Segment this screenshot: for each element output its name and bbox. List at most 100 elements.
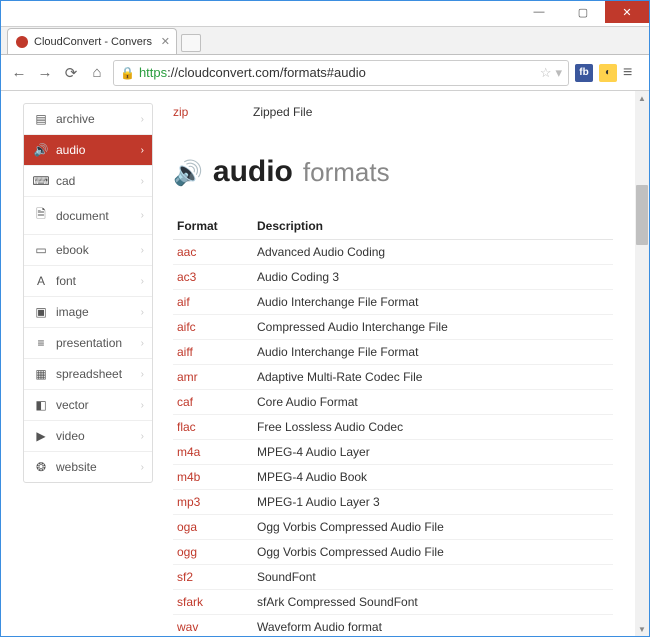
format-link[interactable]: amr — [173, 365, 253, 390]
prev-section-row: zip Zipped File — [173, 103, 613, 125]
sidebar-item-label: video — [56, 429, 85, 443]
format-link[interactable]: m4a — [173, 440, 253, 465]
sidebar-item-label: cad — [56, 174, 75, 188]
format-link[interactable]: ogg — [173, 540, 253, 565]
format-link[interactable]: aif — [173, 290, 253, 315]
image-icon: ▣ — [34, 305, 48, 319]
format-link[interactable]: oga — [173, 515, 253, 540]
sidebar-item-website[interactable]: ❂website› — [24, 452, 152, 482]
section-heading: 🔊 audio formats — [173, 155, 613, 189]
back-button[interactable]: ← — [9, 63, 29, 83]
sidebar-item-label: vector — [56, 398, 89, 412]
sidebar-item-spreadsheet[interactable]: ▦spreadsheet› — [24, 359, 152, 390]
chevron-right-icon: › — [141, 307, 144, 318]
scroll-up-button[interactable]: ▲ — [635, 91, 649, 105]
tab-strip: CloudConvert - Convers ✕ — [1, 27, 649, 55]
format-link[interactable]: m4b — [173, 465, 253, 490]
extension-fb-icon[interactable]: fb — [575, 64, 593, 82]
format-description: Compressed Audio Interchange File — [253, 315, 613, 340]
extension-pin-icon[interactable]: ◐ — [599, 64, 617, 82]
favicon-icon — [16, 36, 28, 48]
format-description: Free Lossless Audio Codec — [253, 415, 613, 440]
sidebar-item-label: audio — [56, 143, 85, 157]
sidebar-item-ebook[interactable]: ▭ebook› — [24, 235, 152, 266]
format-description: Zipped File — [253, 105, 312, 119]
format-link[interactable]: mp3 — [173, 490, 253, 515]
heading-title: audio — [213, 155, 293, 189]
scroll-down-button[interactable]: ▼ — [635, 622, 649, 636]
format-link[interactable]: aiff — [173, 340, 253, 365]
sidebar-item-audio[interactable]: 🔊 audio › — [24, 135, 152, 166]
address-bar[interactable]: 🔒 https://cloudconvert.com/formats#audio… — [113, 60, 569, 86]
sidebar-item-document[interactable]: 🗎document› — [24, 197, 152, 235]
home-button[interactable]: ⌂ — [87, 63, 107, 83]
cad-icon: ⌨ — [34, 174, 48, 188]
heading-subtitle: formats — [303, 157, 390, 188]
format-description: Ogg Vorbis Compressed Audio File — [253, 540, 613, 565]
table-row: sfarksfArk Compressed SoundFont — [173, 590, 613, 615]
sidebar-item-presentation[interactable]: ≡presentation› — [24, 328, 152, 359]
browser-menu-button[interactable]: ≡ — [623, 64, 641, 82]
format-description: Audio Coding 3 — [253, 265, 613, 290]
format-description: Waveform Audio format — [253, 615, 613, 637]
format-description: MPEG-4 Audio Layer — [253, 440, 613, 465]
window-minimize-button[interactable]: — — [517, 1, 561, 23]
browser-tab[interactable]: CloudConvert - Convers ✕ — [7, 28, 177, 54]
forward-button[interactable]: → — [35, 63, 55, 83]
sidebar-item-vector[interactable]: ◧vector› — [24, 390, 152, 421]
reload-button[interactable]: ⟳ — [61, 63, 81, 83]
chevron-right-icon: › — [141, 400, 144, 411]
url-path: ://cloudconvert.com/formats#audio — [167, 65, 366, 80]
scroll-thumb[interactable] — [636, 185, 648, 245]
format-link[interactable]: wav — [173, 615, 253, 637]
window-close-button[interactable]: ✕ — [605, 1, 649, 23]
chevron-right-icon: › — [141, 369, 144, 380]
sidebar-item-label: font — [56, 274, 76, 288]
format-link[interactable]: zip — [173, 105, 253, 119]
format-link[interactable]: aifc — [173, 315, 253, 340]
table-row: amrAdaptive Multi-Rate Codec File — [173, 365, 613, 390]
chevron-right-icon: › — [141, 114, 144, 125]
spreadsheet-icon: ▦ — [34, 367, 48, 381]
category-sidebar: ▤archive›🔊audio›⌨cad›🗎document›▭ebook›Af… — [23, 103, 153, 483]
tab-close-button[interactable]: ✕ — [161, 35, 170, 48]
lock-icon: 🔒 — [120, 66, 135, 80]
url-protocol: https — [139, 65, 167, 80]
format-link[interactable]: aac — [173, 240, 253, 265]
page-action-icon[interactable]: ▾ — [555, 65, 562, 81]
ebook-icon: ▭ — [34, 243, 48, 257]
format-description: MPEG-1 Audio Layer 3 — [253, 490, 613, 515]
table-row: ac3Audio Coding 3 — [173, 265, 613, 290]
format-link[interactable]: sf2 — [173, 565, 253, 590]
chevron-right-icon: › — [141, 145, 144, 156]
format-link[interactable]: caf — [173, 390, 253, 415]
chevron-right-icon: › — [141, 431, 144, 442]
format-description: Audio Interchange File Format — [253, 290, 613, 315]
new-tab-button[interactable] — [181, 34, 201, 52]
sidebar-item-video[interactable]: ▶video› — [24, 421, 152, 452]
sidebar-item-archive[interactable]: ▤archive› — [24, 104, 152, 135]
window-titlebar: — ▢ ✕ — [1, 1, 649, 27]
sidebar-item-image[interactable]: ▣ image › — [24, 297, 152, 328]
audio-icon: 🔊 — [34, 143, 48, 157]
chevron-right-icon: › — [141, 210, 144, 221]
table-row: flacFree Lossless Audio Codec — [173, 415, 613, 440]
sidebar-item-label: archive — [56, 112, 95, 126]
sidebar-item-cad[interactable]: ⌨cad› — [24, 166, 152, 197]
sidebar-item-label: presentation — [56, 336, 122, 350]
format-description: Ogg Vorbis Compressed Audio File — [253, 515, 613, 540]
format-description: MPEG-4 Audio Book — [253, 465, 613, 490]
th-description: Description — [253, 213, 613, 240]
format-link[interactable]: ac3 — [173, 265, 253, 290]
format-link[interactable]: sfark — [173, 590, 253, 615]
format-link[interactable]: flac — [173, 415, 253, 440]
scrollbar[interactable]: ▲ ▼ — [635, 91, 649, 636]
format-description: sfArk Compressed SoundFont — [253, 590, 613, 615]
bookmark-star-icon[interactable]: ☆ — [540, 65, 552, 81]
font-icon: A — [34, 274, 48, 288]
sidebar-item-font[interactable]: Afont › — [24, 266, 152, 297]
chevron-right-icon: › — [141, 245, 144, 256]
sidebar-item-label: image — [56, 305, 89, 319]
window-maximize-button[interactable]: ▢ — [561, 1, 605, 23]
chevron-right-icon: › — [141, 276, 144, 287]
